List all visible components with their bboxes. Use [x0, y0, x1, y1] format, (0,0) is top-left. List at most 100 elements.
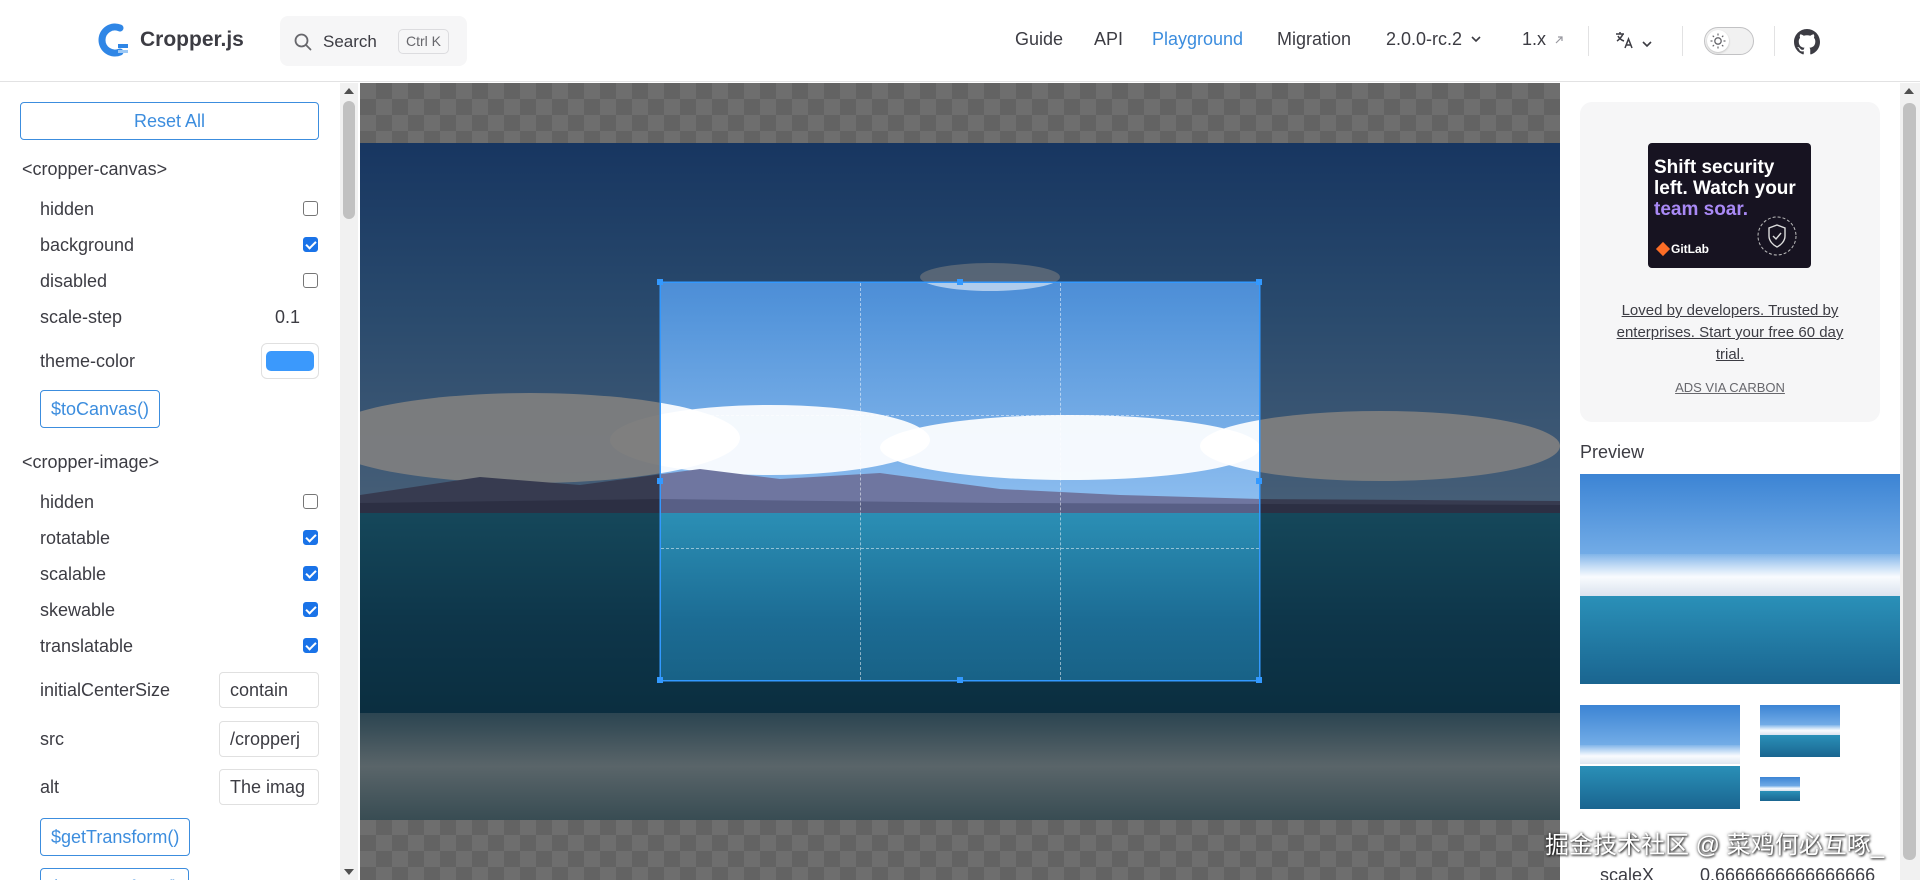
carbon-ad: Shift security left. Watch your team soa… — [1580, 102, 1880, 422]
get-transform-button[interactable]: $getTransform() — [40, 818, 191, 856]
ad-headline: left. Watch your — [1654, 178, 1796, 199]
scroll-up-arrow-icon[interactable] — [344, 88, 354, 94]
shield-icon — [1757, 216, 1797, 256]
preview-large — [1580, 474, 1900, 684]
sidebar-scrollbar[interactable] — [340, 83, 358, 880]
to-canvas-button[interactable]: $toCanvas() — [40, 390, 161, 428]
nav-link-playground[interactable]: Playground — [1152, 29, 1243, 50]
resize-handle-nw[interactable] — [657, 279, 663, 285]
nav-divider — [1774, 26, 1775, 56]
language-dropdown[interactable] — [1614, 30, 1653, 55]
nav-divider — [1588, 26, 1589, 56]
prop-label-background: background — [40, 235, 135, 255]
cropper-canvas[interactable] — [360, 83, 1560, 880]
controls-sidebar: Reset All <cropper-canvas> hidden backgr… — [0, 83, 358, 880]
crop-grid-line — [1060, 283, 1061, 680]
prop-label-scalable: scalable — [40, 564, 107, 584]
set-transform-button[interactable]: $setTransform() — [40, 868, 190, 880]
image-scalable-checkbox[interactable] — [303, 566, 318, 581]
sun-icon — [1707, 30, 1729, 52]
canvas-hidden-checkbox[interactable] — [303, 201, 318, 216]
ads-via-carbon-link[interactable]: ADS VIA CARBON — [1580, 380, 1880, 395]
right-panel-scrollbar[interactable] — [1900, 83, 1920, 880]
gitlab-logo-icon — [1655, 241, 1671, 257]
reset-all-button[interactable]: Reset All — [20, 102, 319, 140]
prop-label-hidden: hidden — [40, 199, 95, 219]
top-navbar: Cropper.js Search Ctrl K Guide API Playg… — [0, 0, 1920, 82]
section-title-cropper-canvas: <cropper-canvas> — [22, 159, 168, 179]
prop-label-initial-center-size: initialCenterSize — [40, 680, 171, 700]
version-label: 2.0.0-rc.2 — [1386, 29, 1463, 49]
prop-label-theme-color: theme-color — [40, 351, 136, 371]
search-button[interactable]: Search Ctrl K — [280, 16, 467, 66]
preview-medium — [1580, 705, 1740, 809]
nav-link-api[interactable]: API — [1094, 29, 1123, 50]
resize-handle-ne[interactable] — [1256, 279, 1262, 285]
external-link-icon — [1555, 36, 1563, 44]
theme-color-picker[interactable] — [261, 343, 319, 379]
translate-icon — [1616, 32, 1633, 49]
crop-shade — [360, 83, 1560, 282]
appearance-toggle[interactable] — [1704, 27, 1754, 55]
preview-title: Preview — [1580, 442, 1645, 462]
crop-grid-line — [661, 548, 1259, 549]
prop-label-disabled: disabled — [40, 271, 108, 291]
scroll-up-arrow-icon[interactable] — [1904, 88, 1914, 94]
right-panel-scroll-thumb[interactable] — [1903, 103, 1916, 860]
chevron-down-icon — [1471, 36, 1481, 43]
crop-shade — [360, 282, 660, 681]
search-shortcut-badge: Ctrl K — [398, 29, 449, 54]
crop-selection[interactable] — [657, 279, 1262, 683]
nav-link-migration[interactable]: Migration — [1277, 29, 1351, 50]
crop-shade — [360, 681, 1560, 880]
resize-handle-se[interactable] — [1256, 677, 1262, 683]
image-skewable-checkbox[interactable] — [303, 602, 318, 617]
chevron-down-icon — [1642, 41, 1652, 48]
initial-center-size-input[interactable]: contain — [219, 672, 319, 708]
scale-step-input[interactable]: 0.1 — [275, 307, 300, 328]
src-input[interactable]: /cropperj — [219, 721, 319, 757]
crop-grid-line — [860, 283, 861, 680]
prop-label-rotatable: rotatable — [40, 528, 111, 548]
image-translatable-checkbox[interactable] — [303, 638, 318, 653]
search-icon — [294, 33, 312, 51]
cropperjs-logo-icon[interactable] — [98, 22, 130, 58]
section-title-cropper-image: <cropper-image> — [22, 452, 160, 472]
crop-grid-line — [661, 415, 1259, 416]
scroll-down-arrow-icon[interactable] — [344, 869, 354, 875]
image-rotatable-checkbox[interactable] — [303, 530, 318, 545]
old-version-link[interactable]: 1.x — [1522, 29, 1564, 50]
alt-input[interactable]: The imag — [219, 769, 319, 805]
old-version-label: 1.x — [1522, 29, 1547, 49]
ad-text-link[interactable]: Loved by developers. Trusted by enterpri… — [1610, 300, 1850, 366]
scale-x-value: 0.6666666666666666 — [1700, 865, 1876, 880]
preview-tiny — [1760, 777, 1800, 801]
prop-label-scale-step: scale-step — [40, 307, 123, 327]
watermark: 掘金技术社区 @ 菜鸡何必互啄_ — [1545, 832, 1885, 859]
scale-x-label: scaleX — [1600, 865, 1655, 880]
crop-shade — [1260, 282, 1560, 681]
right-panel: Shift security left. Watch your team soa… — [1560, 83, 1920, 880]
brand-title[interactable]: Cropper.js — [140, 28, 244, 52]
prop-label-src: src — [40, 729, 64, 749]
image-hidden-checkbox[interactable] — [303, 494, 318, 509]
github-icon[interactable] — [1794, 29, 1820, 55]
nav-link-guide[interactable]: Guide — [1015, 29, 1063, 50]
ad-image[interactable]: Shift security left. Watch your team soa… — [1648, 143, 1811, 268]
resize-handle-n[interactable] — [957, 279, 963, 285]
version-dropdown[interactable]: 2.0.0-rc.2 — [1386, 29, 1482, 50]
canvas-disabled-checkbox[interactable] — [303, 273, 318, 288]
ad-brand: GitLab — [1655, 241, 1709, 257]
resize-handle-sw[interactable] — [657, 677, 663, 683]
search-label: Search — [323, 32, 377, 51]
nav-divider — [1682, 26, 1683, 56]
sidebar-scroll-thumb[interactable] — [343, 101, 355, 219]
ad-headline: Shift security — [1654, 157, 1775, 178]
resize-handle-e[interactable] — [1256, 478, 1262, 484]
resize-handle-s[interactable] — [957, 677, 963, 683]
resize-handle-w[interactable] — [657, 478, 663, 484]
canvas-background-checkbox[interactable] — [303, 237, 318, 252]
ad-headline: team soar. — [1654, 199, 1748, 220]
preview-small — [1760, 705, 1840, 757]
prop-label-hidden: hidden — [40, 492, 95, 512]
